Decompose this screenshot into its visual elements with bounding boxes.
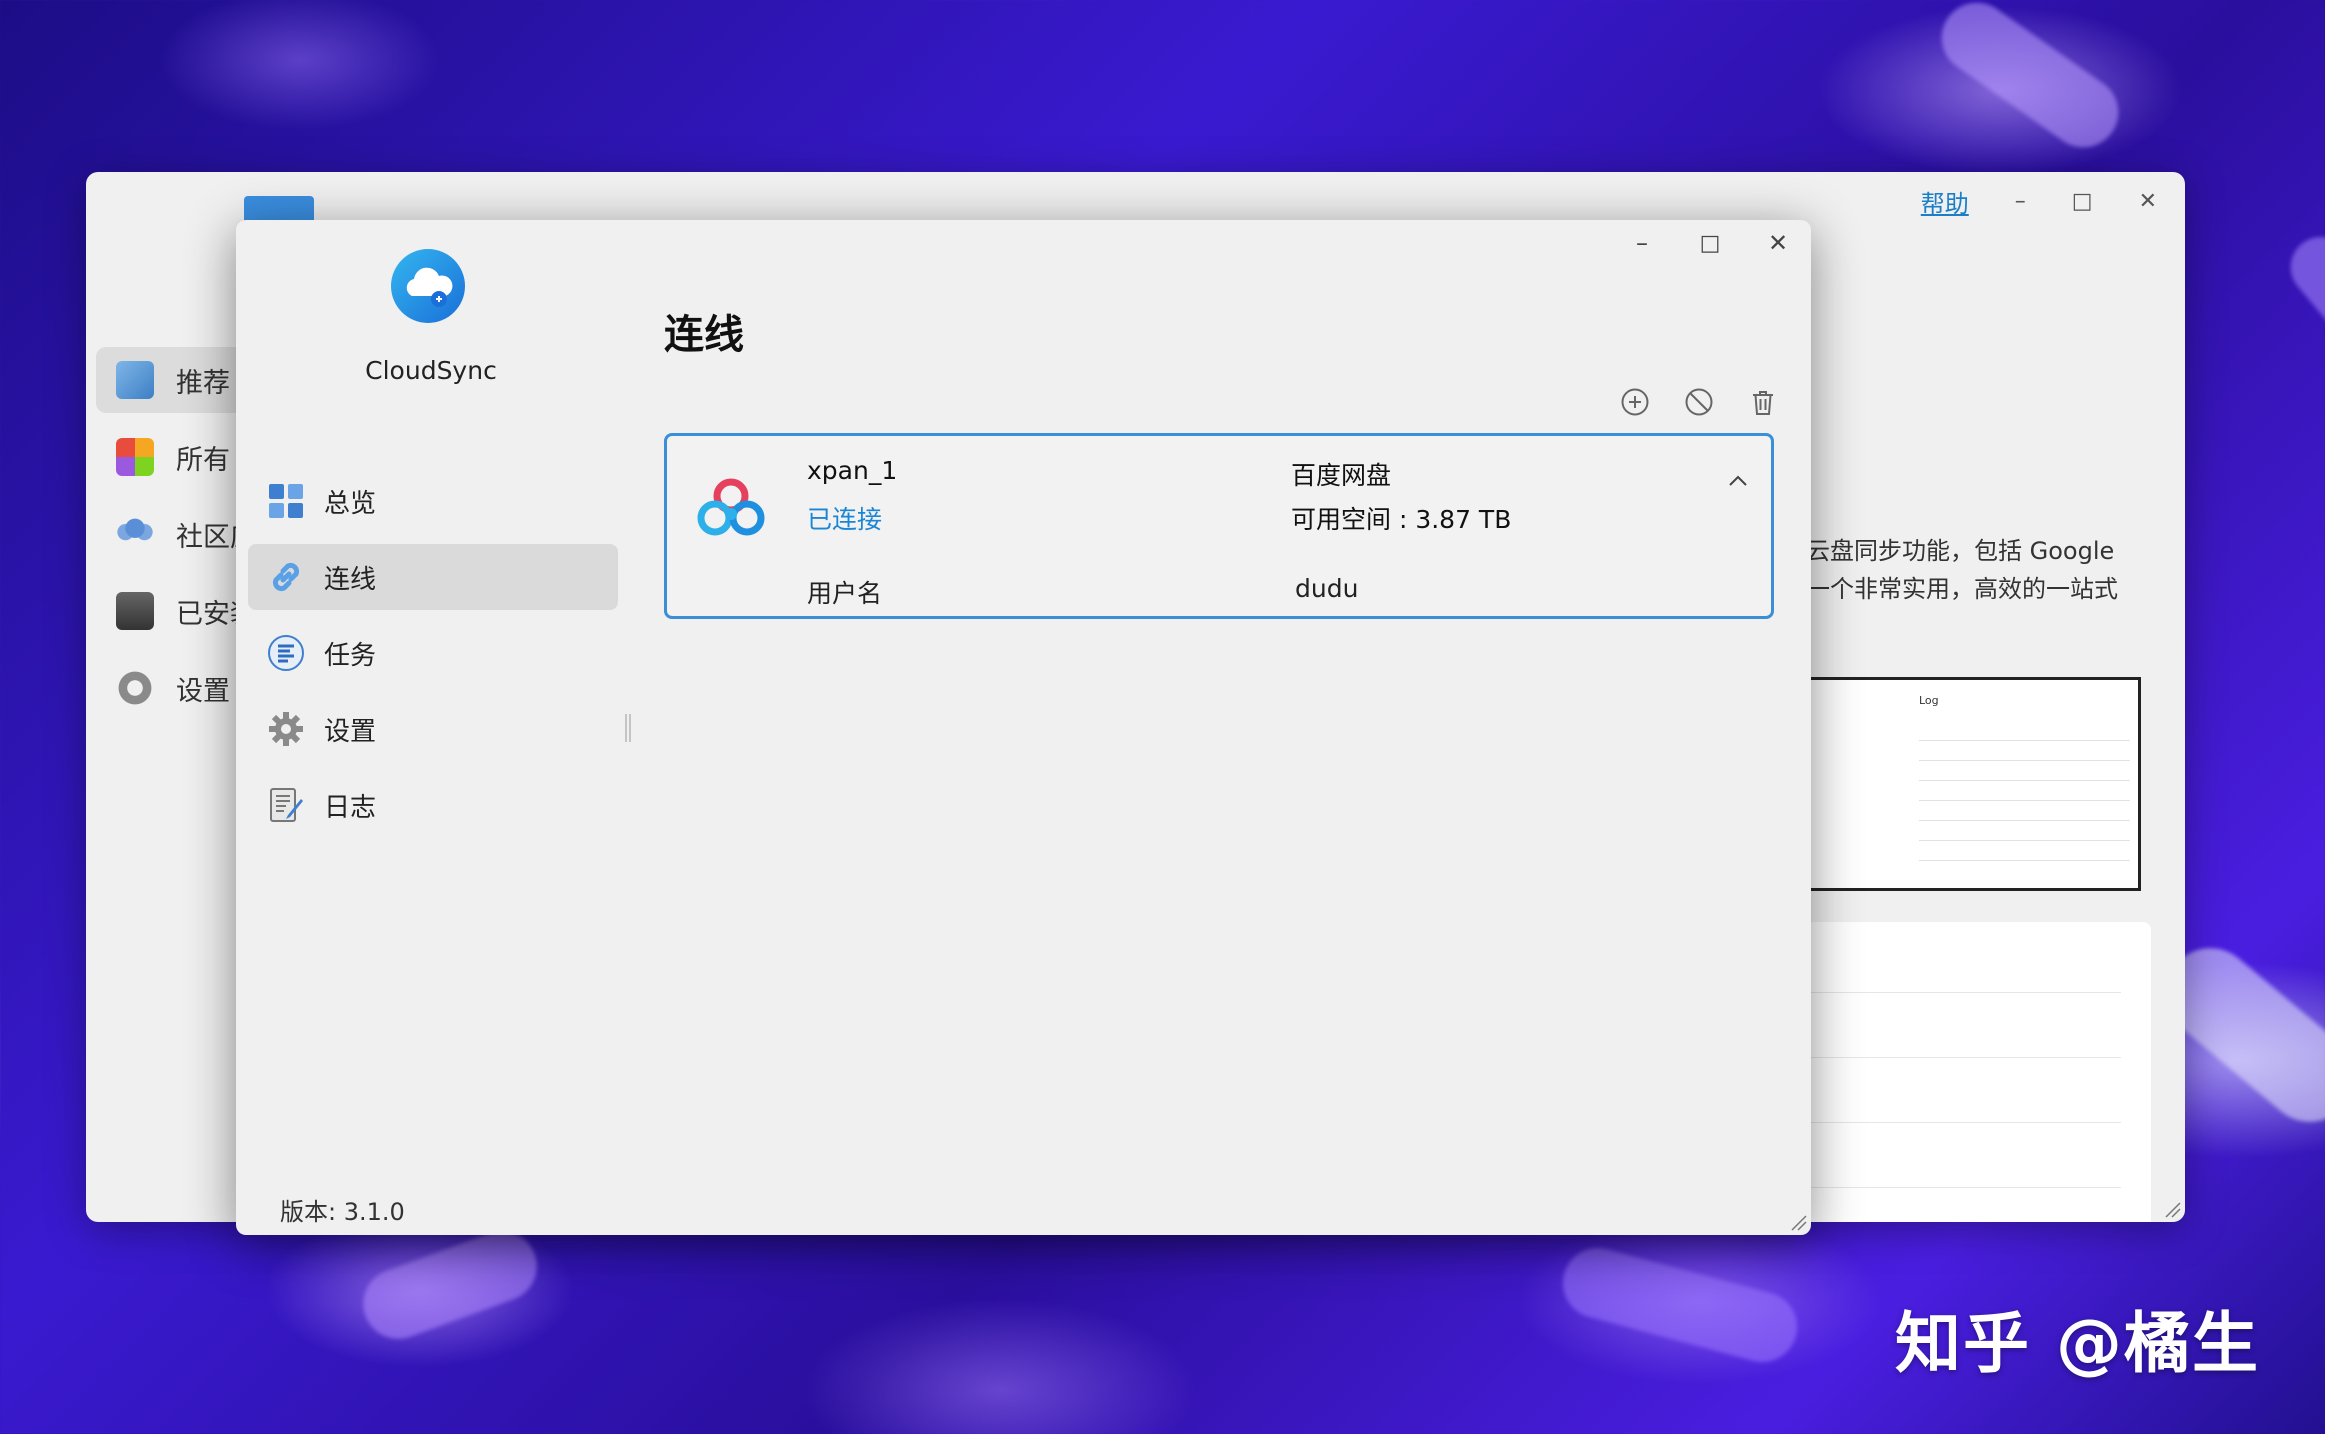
screenshot-row <box>1919 780 2130 781</box>
log-icon <box>268 787 304 823</box>
community-icon <box>116 515 154 553</box>
divider <box>1806 1122 2121 1123</box>
back-window-controls: 帮助 – □ ✕ <box>1921 184 2157 219</box>
connection-free-space: 可用空间 : 3.87 TB <box>1291 505 1512 534</box>
screenshot-row <box>1919 860 2130 861</box>
page-title: 连线 <box>664 312 744 358</box>
thumbs-up-icon <box>116 361 154 399</box>
app-description: 云盘同步功能，包括 Google 一个非常实用，高效的一站式 <box>1806 532 2118 608</box>
connection-status: 已连接 <box>807 505 883 534</box>
plus-circle-icon <box>1621 388 1649 416</box>
screenshot-row <box>1919 740 2130 741</box>
back-sidebar-label: 设置 <box>176 675 230 707</box>
trash-icon <box>1753 391 1773 415</box>
divider <box>1806 992 2121 993</box>
nav-label: 连线 <box>324 564 377 595</box>
bg-streak <box>1555 1240 1805 1370</box>
cloudsync-window: – □ ✕ CloudSync 总览 连线 任务 设置 日志 版本: 3.1.0… <box>236 220 1811 1235</box>
nav-list: 总览 连线 任务 设置 日志 <box>248 468 618 848</box>
back-content-card <box>1806 922 2151 1222</box>
connection-name: xpan_1 <box>807 456 898 485</box>
gear-icon <box>116 669 154 707</box>
connection-provider: 百度网盘 <box>1291 461 1392 490</box>
screenshot-row <box>1919 760 2130 761</box>
description-line: 云盘同步功能，包括 Google <box>1806 537 2115 565</box>
username-value: dudu <box>1295 574 1359 603</box>
add-connection-button[interactable] <box>1617 384 1653 420</box>
nav-label: 任务 <box>324 640 377 671</box>
back-sidebar-label: 所有 <box>176 444 230 476</box>
bg-streak <box>1928 0 2132 162</box>
sidebar-splitter[interactable] <box>625 714 631 742</box>
minimize-icon[interactable]: – <box>2015 189 2026 214</box>
toolbar <box>1617 384 1781 420</box>
nav-label: 总览 <box>324 488 377 519</box>
nav-label: 设置 <box>324 716 377 747</box>
resize-grip-icon[interactable] <box>1787 1211 1807 1231</box>
gear-icon <box>268 711 304 747</box>
ban-icon <box>1685 388 1713 416</box>
apps-grid-icon <box>116 438 154 476</box>
main-content: 连线 xpan_1 已连接 百度网盘 可用空间 : 3.87 TB 用户名 du… <box>664 220 1811 1235</box>
bg-streak <box>353 1221 547 1349</box>
maximize-icon[interactable]: □ <box>2072 189 2093 214</box>
nav-item-settings[interactable]: 设置 <box>248 696 618 762</box>
collapse-button[interactable] <box>1723 466 1753 496</box>
screenshot-row <box>1919 840 2130 841</box>
bg-streak <box>2278 224 2325 356</box>
sidebar: CloudSync 总览 连线 任务 设置 日志 版本: 3.1.0 <box>236 220 626 1235</box>
help-link[interactable]: 帮助 <box>1921 184 1969 219</box>
installed-icon <box>116 592 154 630</box>
username-label: 用户名 <box>807 579 883 608</box>
connection-card[interactable]: xpan_1 已连接 百度网盘 可用空间 : 3.87 TB 用户名 dudu <box>664 433 1774 619</box>
nav-item-connections[interactable]: 连线 <box>248 544 618 610</box>
close-icon[interactable]: ✕ <box>2139 189 2157 214</box>
nav-label: 日志 <box>324 792 377 823</box>
task-list-icon <box>268 635 304 671</box>
cloudsync-logo-icon <box>391 249 465 323</box>
resize-grip-icon[interactable] <box>2161 1198 2181 1218</box>
watermark: 知乎 @橘生 <box>1895 1305 2260 1382</box>
delete-connection-button[interactable] <box>1745 384 1781 420</box>
baidu-netdisk-icon <box>697 478 765 536</box>
nav-item-tasks[interactable]: 任务 <box>248 620 618 686</box>
divider <box>1806 1057 2121 1058</box>
screenshot-row <box>1919 820 2130 821</box>
version-label: 版本: 3.1.0 <box>280 1198 405 1226</box>
screenshot-row <box>1919 800 2130 801</box>
nav-item-overview[interactable]: 总览 <box>248 468 618 534</box>
description-line: 一个非常实用，高效的一站式 <box>1806 575 2118 603</box>
overview-icon <box>268 483 304 519</box>
screenshot-title: Log <box>1919 694 1939 707</box>
chevron-up-icon <box>1729 475 1747 486</box>
app-screenshot-thumbnail[interactable]: Log <box>1806 677 2141 891</box>
nav-item-log[interactable]: 日志 <box>248 772 618 838</box>
link-icon <box>268 559 304 595</box>
app-name: CloudSync <box>365 356 497 385</box>
back-sidebar-label: 推荐 <box>176 367 230 399</box>
disable-connection-button[interactable] <box>1681 384 1717 420</box>
divider <box>1806 1187 2121 1188</box>
